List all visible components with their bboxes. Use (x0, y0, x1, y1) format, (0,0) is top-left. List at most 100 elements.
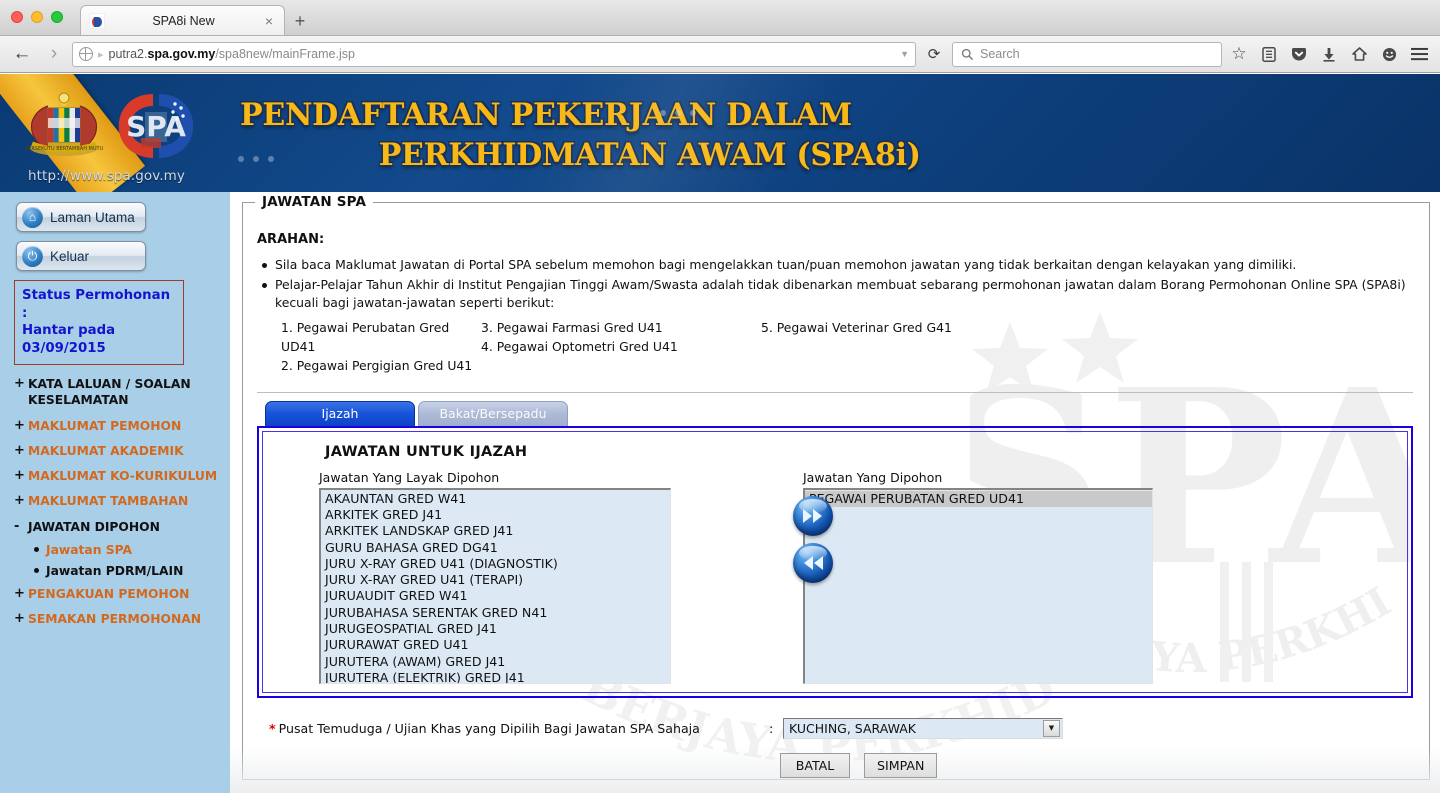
browser-tab-spa8i[interactable]: SPA8i New × (80, 5, 285, 35)
search-input[interactable]: Search (952, 41, 1222, 67)
site-banner: BERSEKUTU BERTAMBAH MUTU SPA http://www.… (0, 74, 1440, 192)
tab-strip: SPA8i New × + (80, 0, 315, 35)
back-icon[interactable]: ← (8, 41, 36, 67)
browser-navbar: ← › ▸ putra2.spa.gov.my/spa8new/mainFram… (0, 36, 1440, 73)
tab-panel: JAWATAN UNTUK IJAZAH Jawatan Yang Layak … (257, 425, 1413, 698)
content-divider (257, 391, 1413, 393)
banner-title-line2: PERKHIDMATAN AWAM (SPA8i) (378, 136, 921, 173)
list-item[interactable]: GURU BAHASA GRED DG41 (321, 540, 670, 556)
exception-column-3: 5. Pegawai Veterinar Gred G41 (761, 318, 1041, 376)
collapse-minus-icon: - (14, 518, 20, 534)
available-list-wrapper: Jawatan Yang Layak Dipohon AKAUNTAN GRED… (319, 470, 671, 684)
banner-dots-decoration-2 (238, 156, 283, 162)
sidebar-item-maklumat-tambahan[interactable]: + MAKLUMAT TAMBAHAN (0, 492, 230, 510)
tab-bar: Ijazah Bakat/Bersepadu (265, 400, 1415, 426)
banner-title-line1: PENDAFTARAN PEKERJAAN DALAM (240, 97, 852, 133)
list-item[interactable]: JURUTERA (AWAM) GRED J41 (321, 654, 670, 670)
sidebar-item-label: MAKLUMAT AKADEMIK (28, 443, 184, 458)
svg-text:SPA: SPA (126, 110, 186, 143)
status-line-2: Hantar pada (22, 323, 116, 339)
new-tab-button[interactable]: + (285, 7, 315, 35)
list-item[interactable]: JURU X-RAY GRED U41 (TERAPI) (321, 572, 670, 588)
interview-centre-label: * Pusat Temuduga / Ujian Khas yang Dipili… (269, 721, 769, 736)
interview-centre-form-row: * Pusat Temuduga / Ujian Khas yang Dipili… (269, 717, 1415, 739)
bookmark-star-icon[interactable]: ☆ (1226, 41, 1252, 67)
arahan-heading: ARAHAN: (257, 232, 325, 247)
download-icon[interactable] (1316, 41, 1342, 67)
exception-item: 5. Pegawai Veterinar Gred G41 (761, 319, 952, 335)
list-item[interactable]: ARKITEK LANDSKAP GRED J41 (321, 523, 670, 539)
list-item[interactable]: JURURAWAT GRED U41 (321, 637, 670, 653)
chevron-down-icon[interactable]: ▼ (900, 49, 909, 59)
smiley-icon[interactable] (1376, 41, 1402, 67)
selected-list-wrapper: Jawatan Yang Dipohon PEGAWAI PERUBATAN G… (803, 470, 1153, 684)
add-all-icon[interactable] (793, 495, 833, 536)
search-icon (961, 48, 974, 60)
form-button-row: BATAL SIMPAN (780, 752, 1415, 778)
url-prefix: putra2. (108, 47, 148, 61)
sidebar-item-maklumat-akademik[interactable]: + MAKLUMAT AKADEMIK (0, 442, 230, 460)
spa-logo-icon: SPA (118, 94, 194, 158)
menu-icon[interactable] (1406, 41, 1432, 67)
required-asterisk: * (269, 720, 276, 736)
reload-icon[interactable]: ⟳ (920, 41, 948, 67)
web-page: BERSEKUTU BERTAMBAH MUTU SPA http://www.… (0, 74, 1440, 793)
maximize-window-button[interactable] (51, 11, 63, 23)
browser-window: SPA8i New × + ← › ▸ putra2.spa.gov.my/sp… (0, 0, 1440, 793)
exception-job-list: 1. Pegawai Perubatan Gred UD41 2. Pegawa… (281, 318, 1415, 376)
sidebar-button-label: Laman Utama (50, 209, 135, 225)
window-controls[interactable] (11, 11, 63, 23)
selected-value: KUCHING, SARAWAK (789, 720, 916, 736)
interview-centre-select[interactable]: KUCHING, SARAWAK ▼ (783, 717, 1063, 739)
reader-list-icon[interactable] (1256, 41, 1282, 67)
sidebar-item-maklumat-pemohon[interactable]: + MAKLUMAT PEMOHON (0, 417, 230, 435)
list-item[interactable]: JURU X-RAY GRED U41 (DIAGNOSTIK) (321, 556, 670, 572)
chevron-down-icon[interactable]: ▼ (1043, 719, 1060, 737)
interview-centre-label-text: Pusat Temuduga / Ujian Khas yang Dipilih… (278, 720, 700, 736)
list-item[interactable]: AKAUNTAN GRED W41 (321, 491, 670, 507)
arahan-bullet-2: Pelajar-Pelajar Tahun Akhir di Institut … (255, 276, 1415, 312)
forward-icon[interactable]: › (40, 41, 68, 67)
sidebar-item-jawatan-dipohon[interactable]: - JAWATAN DIPOHON (0, 518, 230, 536)
malaysia-coat-of-arms-icon: BERSEKUTU BERTAMBAH MUTU (25, 92, 104, 156)
address-bar[interactable]: ▸ putra2.spa.gov.my/spa8new/mainFrame.js… (72, 41, 916, 67)
sidebar-subitem-label: Jawatan PDRM/LAIN (46, 563, 184, 578)
minimize-window-button[interactable] (31, 11, 43, 23)
exception-column-2: 3. Pegawai Farmasi Gred U41 4. Pegawai O… (481, 318, 761, 376)
list-item[interactable]: JURUGEOSPATIAL GRED J41 (321, 621, 670, 637)
sidebar-button-keluar[interactable]: ⏻ Keluar (16, 241, 146, 271)
sidebar-item-pengakuan-pemohon[interactable]: + PENGAKUAN PEMOHON (0, 585, 230, 603)
exception-item: 1. Pegawai Perubatan Gred UD41 (281, 319, 450, 355)
close-window-button[interactable] (11, 11, 23, 23)
selected-listbox[interactable]: PEGAWAI PERUBATAN GRED UD41 (803, 487, 1153, 684)
sidebar-item-jawatan-pdrm-lain[interactable]: Jawatan PDRM/LAIN (0, 564, 230, 578)
expand-plus-icon: + (14, 442, 25, 458)
expand-plus-icon: + (14, 611, 25, 627)
cancel-button[interactable]: BATAL (780, 752, 850, 778)
sidebar-item-jawatan-spa[interactable]: Jawatan SPA (0, 543, 230, 557)
list-item[interactable]: ARKITEK GRED J41 (321, 507, 670, 523)
exception-column-1: 1. Pegawai Perubatan Gred UD41 2. Pegawa… (281, 318, 481, 376)
pocket-icon[interactable] (1286, 41, 1312, 67)
remove-all-icon[interactable] (793, 542, 833, 583)
save-button[interactable]: SIMPAN (864, 752, 938, 778)
favicon-spa-icon (89, 12, 105, 29)
sidebar-button-laman-utama[interactable]: ⌂ Laman Utama (16, 202, 146, 232)
home-icon[interactable] (1346, 41, 1372, 67)
list-item[interactable]: JURUAUDIT GRED W41 (321, 588, 670, 604)
tab-title: SPA8i New (152, 13, 215, 28)
gold-ribbon-decoration (0, 74, 146, 192)
bullet-icon (34, 568, 39, 574)
tab-ijazah[interactable]: Ijazah (265, 400, 415, 426)
available-listbox[interactable]: AKAUNTAN GRED W41 ARKITEK GRED J41 ARKIT… (319, 487, 671, 684)
tab-bakat-bersepadu[interactable]: Bakat/Bersepadu (418, 400, 568, 426)
list-item[interactable]: JURUBAHASA SERENTAK GRED N41 (321, 605, 670, 621)
sidebar-item-semakan-permohonan[interactable]: + SEMAKAN PERMOHONAN (0, 610, 230, 628)
sidebar-item-maklumat-ko-kurikulum[interactable]: + MAKLUMAT KO-KURIKULUM (0, 467, 230, 485)
sidebar-item-kata-laluan[interactable]: + KATA LALUAN / SOALAN KESELAMATAN (0, 375, 230, 409)
available-list-label: Jawatan Yang Layak Dipohon (319, 469, 500, 485)
list-item[interactable]: JURUTERA (ELEKTRIK) GRED J41 (321, 670, 670, 683)
list-item-selected[interactable]: PEGAWAI PERUBATAN GRED UD41 (805, 490, 1152, 507)
exception-item: 3. Pegawai Farmasi Gred U41 (481, 319, 663, 335)
close-tab-icon[interactable]: × (262, 13, 276, 29)
